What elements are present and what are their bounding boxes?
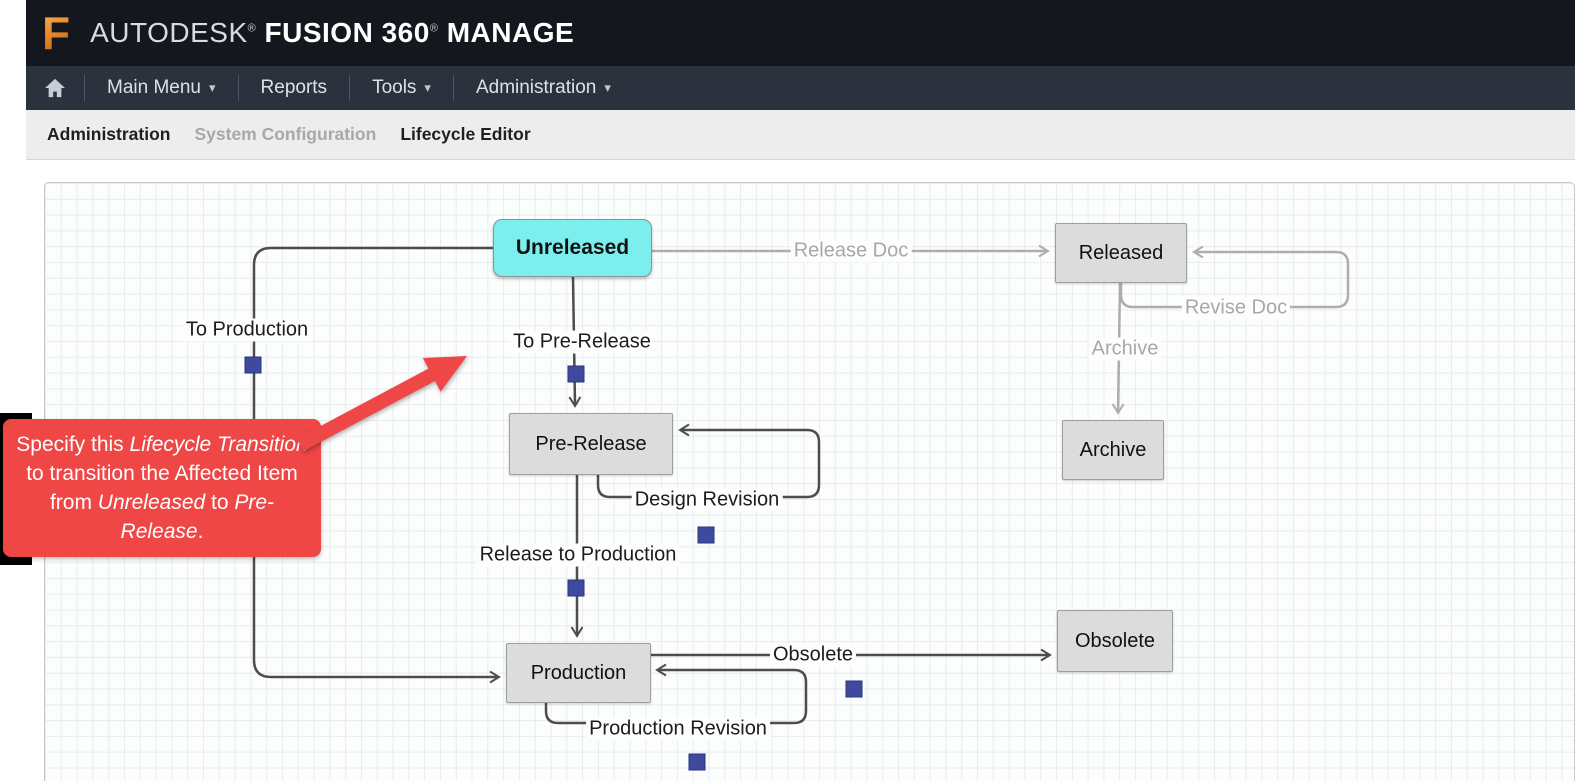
nav-item-administration[interactable]: Administration ▾ [454, 66, 633, 110]
brand-product: FUSION 360 [265, 17, 430, 48]
state-released[interactable]: Released [1055, 223, 1187, 283]
home-icon [44, 78, 66, 98]
nav-item-reports[interactable]: Reports [239, 66, 350, 110]
state-unreleased[interactable]: Unreleased [493, 219, 652, 277]
nav-item-label: Tools [372, 77, 416, 99]
nav-item-main-menu[interactable]: Main Menu ▾ [85, 66, 238, 110]
nav-item-label: Reports [261, 77, 328, 99]
fusion-360-logo-icon: F [36, 10, 76, 56]
caret-down-icon: ▾ [604, 80, 611, 96]
transition-label-design-revision[interactable]: Design Revision [632, 489, 783, 512]
transition-label-to-production[interactable]: To Production [183, 319, 311, 342]
transition-label-production-revision[interactable]: Production Revision [586, 718, 770, 741]
app-header: F AUTODESK® FUSION 360® MANAGE [26, 0, 1575, 66]
transition-handle-design-revision[interactable] [698, 527, 715, 544]
caret-down-icon: ▾ [209, 80, 216, 96]
transition-handle-to-production[interactable] [245, 357, 262, 374]
brand-suffix: MANAGE [447, 17, 574, 48]
transition-label-revise-doc[interactable]: Revise Doc [1182, 297, 1290, 320]
state-production[interactable]: Production [506, 643, 651, 703]
page: F AUTODESK® FUSION 360® MANAGE Main Menu… [0, 0, 1575, 781]
transition-label-to-pre-release[interactable]: To Pre-Release [510, 331, 654, 354]
state-obsolete[interactable]: Obsolete [1057, 610, 1173, 672]
transition-handle-production-revision[interactable] [689, 754, 706, 771]
main-navbar: Main Menu ▾ Reports Tools ▾ Administrati… [26, 66, 1575, 110]
transition-handle-obsolete[interactable] [846, 681, 863, 698]
annotation-callout-text: Specify this Lifecycle Transition to tra… [15, 430, 309, 546]
nav-item-label: Main Menu [107, 77, 201, 99]
transition-handle-to-pre-release[interactable] [568, 366, 585, 383]
registered-mark: ® [430, 23, 439, 35]
nav-item-label: Administration [476, 77, 596, 99]
transition-label-archive[interactable]: Archive [1089, 338, 1162, 361]
transition-label-release-to-production[interactable]: Release to Production [477, 544, 680, 567]
annotation-callout: Specify this Lifecycle Transition to tra… [3, 419, 321, 557]
brand-company: AUTODESK [90, 17, 248, 48]
transition-label-obsolete[interactable]: Obsolete [770, 644, 856, 667]
nav-item-tools[interactable]: Tools ▾ [350, 66, 453, 110]
registered-mark: ® [248, 23, 257, 35]
home-button[interactable] [26, 66, 84, 110]
app-title: AUTODESK® FUSION 360® MANAGE [90, 17, 574, 49]
breadcrumb: Administration System Configuration Life… [26, 110, 1575, 160]
breadcrumb-administration[interactable]: Administration [47, 124, 170, 145]
transition-label-release-doc[interactable]: Release Doc [791, 240, 912, 263]
caret-down-icon: ▾ [424, 80, 431, 96]
state-pre-release[interactable]: Pre-Release [509, 413, 673, 475]
breadcrumb-system-configuration[interactable]: System Configuration [194, 124, 376, 145]
state-archive[interactable]: Archive [1062, 420, 1164, 480]
breadcrumb-lifecycle-editor[interactable]: Lifecycle Editor [400, 124, 530, 145]
transition-handle-release-to-production[interactable] [568, 580, 585, 597]
